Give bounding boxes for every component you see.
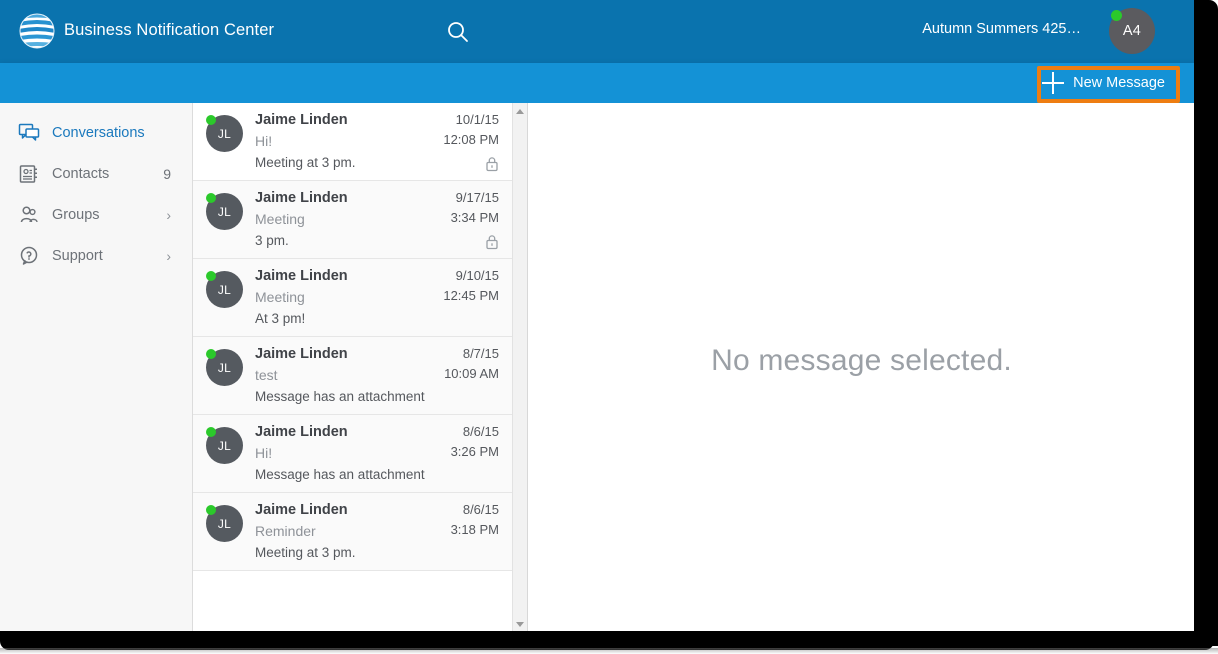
status-dot-online-icon: [206, 349, 216, 359]
message-sender: Jaime Linden: [255, 190, 348, 206]
action-bar: New Message: [0, 63, 1194, 103]
message-date: 8/6/15: [462, 502, 499, 517]
message-list-scrollbar[interactable]: [512, 103, 527, 633]
message-sender: Jaime Linden: [255, 112, 348, 128]
avatar: JL: [206, 505, 243, 542]
sidebar-top-spacer: [0, 103, 192, 112]
message-sender: Jaime Linden: [255, 268, 348, 284]
avatar: JL: [206, 271, 243, 308]
chevron-right-icon: ›: [166, 206, 171, 223]
sidebar-item-label: Groups: [52, 206, 100, 223]
status-dot-online-icon: [206, 115, 216, 125]
conversations-icon: [17, 121, 41, 145]
message-date: 8/6/15: [462, 424, 499, 439]
att-globe-logo-icon: [17, 11, 57, 51]
message-time: 12:08 PM: [443, 132, 499, 147]
user-name-label[interactable]: Autumn Summers 425…: [922, 21, 1081, 37]
body-area: Conversations Contacts 9 Groups › Suppor…: [0, 103, 1194, 633]
message-preview: At 3 pm!: [255, 311, 306, 326]
message-sender: Jaime Linden: [255, 346, 348, 362]
message-date: 9/17/15: [455, 190, 499, 205]
message-preview: 3 pm.: [255, 233, 289, 248]
page-viewport: Business Notification Center Autumn Summ…: [0, 0, 1194, 633]
new-message-button[interactable]: New Message: [1038, 69, 1175, 97]
message-date: 8/7/15: [462, 346, 499, 361]
window-frame-right: [1194, 0, 1218, 646]
plus-icon: [1042, 72, 1065, 94]
avatar: JL: [206, 193, 243, 230]
message-time: 3:26 PM: [450, 444, 499, 459]
message-preview: Meeting at 3 pm.: [255, 155, 356, 170]
message-time: 12:45 PM: [443, 288, 499, 303]
message-detail-pane: No message selected.: [529, 103, 1194, 633]
status-dot-online-icon: [206, 193, 216, 203]
sidebar-item-label: Support: [52, 247, 103, 264]
status-dot-online-icon: [1111, 10, 1122, 21]
contacts-count-badge: 9: [163, 165, 171, 182]
message-list-end-spacer: [193, 571, 513, 631]
window-drop-shadow: [0, 648, 1218, 654]
empty-state-message: No message selected.: [711, 344, 1012, 377]
message-list-item[interactable]: JL Jaime Linden Hi! Message has an attachme…: [193, 415, 513, 493]
status-dot-online-icon: [206, 505, 216, 515]
message-subject: test: [255, 367, 278, 383]
message-list-item[interactable]: JL Jaime Linden Hi! Meeting at 3 pm. 10/1/15…: [193, 103, 513, 181]
message-list-item[interactable]: JL Jaime Linden Meeting 3 pm. 9/17/15 3:34 PM: [193, 181, 513, 259]
avatar: JL: [206, 349, 243, 386]
sidebar-item-groups[interactable]: Groups ›: [0, 194, 192, 235]
avatar: JL: [206, 427, 243, 464]
message-subject: Hi!: [255, 445, 273, 461]
message-list-item[interactable]: JL Jaime Linden test Message has an attachm…: [193, 337, 513, 415]
message-preview: Message has an attachment: [255, 467, 425, 482]
chevron-right-icon: ›: [166, 247, 171, 264]
message-date: 10/1/15: [455, 112, 499, 127]
avatar[interactable]: A4: [1109, 8, 1155, 54]
support-question-icon: [17, 244, 41, 268]
lock-icon: [485, 156, 499, 172]
message-time: 10:09 AM: [444, 366, 499, 381]
message-preview: Meeting at 3 pm.: [255, 545, 356, 560]
sidebar: Conversations Contacts 9 Groups › Suppor…: [0, 103, 193, 633]
sidebar-item-conversations[interactable]: Conversations: [0, 112, 192, 153]
message-subject: Hi!: [255, 133, 273, 149]
message-list-item[interactable]: JL Jaime Linden Meeting At 3 pm! 9/10/15 12:4…: [193, 259, 513, 337]
message-sender: Jaime Linden: [255, 502, 348, 518]
message-list-item[interactable]: JL Jaime Linden Reminder Meeting at 3 pm. 8/…: [193, 493, 513, 571]
message-sender: Jaime Linden: [255, 424, 348, 440]
scroll-up-arrow-icon[interactable]: [513, 104, 527, 119]
status-dot-online-icon: [206, 427, 216, 437]
message-subject: Meeting: [255, 211, 305, 227]
groups-people-icon: [17, 203, 41, 227]
browser-window: Business Notification Center Autumn Summ…: [0, 0, 1218, 654]
app-title: Business Notification Center: [64, 21, 275, 39]
status-dot-online-icon: [206, 271, 216, 281]
message-preview: Message has an attachment: [255, 389, 425, 404]
avatar: JL: [206, 115, 243, 152]
contacts-book-icon: [17, 162, 41, 186]
new-message-label: New Message: [1073, 75, 1165, 91]
lock-icon: [485, 234, 499, 250]
message-list[interactable]: JL Jaime Linden Hi! Meeting at 3 pm. 10/1/15…: [193, 103, 513, 633]
search-icon[interactable]: [445, 19, 471, 45]
scroll-down-arrow-icon[interactable]: [513, 617, 527, 632]
message-time: 3:34 PM: [450, 210, 499, 225]
sidebar-item-contacts[interactable]: Contacts 9: [0, 153, 192, 194]
message-subject: Meeting: [255, 289, 305, 305]
sidebar-item-label: Conversations: [52, 124, 145, 141]
sidebar-item-support[interactable]: Support ›: [0, 235, 192, 276]
message-date: 9/10/15: [455, 268, 499, 283]
message-list-column: JL Jaime Linden Hi! Meeting at 3 pm. 10/1/15…: [193, 103, 528, 633]
app-header: Business Notification Center Autumn Summ…: [0, 0, 1194, 63]
sidebar-item-label: Contacts: [52, 165, 110, 182]
message-time: 3:18 PM: [450, 522, 499, 537]
message-subject: Reminder: [255, 523, 316, 539]
